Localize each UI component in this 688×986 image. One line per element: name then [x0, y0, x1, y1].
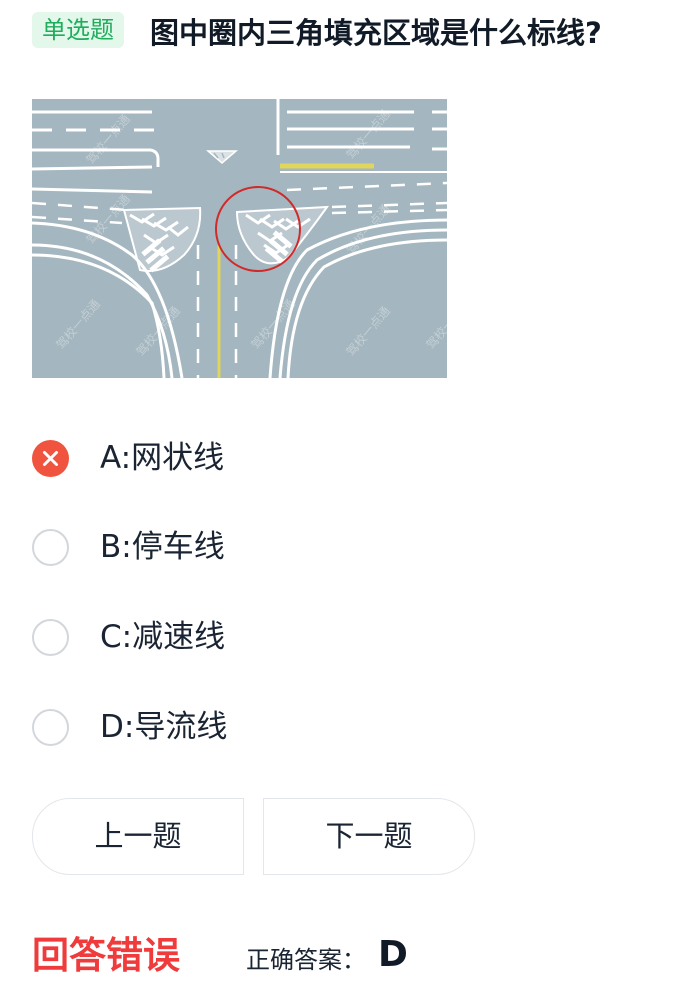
radio-icon [32, 709, 69, 746]
correct-answer-label: 正确答案： [246, 946, 366, 974]
result-status: 回答错误 [32, 934, 180, 977]
correct-answer-value: D [378, 934, 408, 975]
radio-icon [32, 619, 69, 656]
option-c-label: C:减速线 [100, 619, 226, 655]
option-d[interactable]: D:导流线 [32, 697, 452, 757]
next-question-button[interactable]: 下一题 [263, 798, 475, 875]
option-a-label: A:网状线 [100, 440, 225, 476]
question-header: 单选题 图中圈内三角填充区域是什么标线? [32, 10, 682, 56]
question-figure: 驾校一点通 驾校一点通 驾校一点通 驾校一点通 驾校一点通 驾校一点通 驾校一点… [32, 95, 447, 378]
option-a[interactable]: A:网状线 [32, 428, 452, 488]
option-b[interactable]: B:停车线 [32, 517, 452, 577]
prev-question-button[interactable]: 上一题 [32, 798, 244, 875]
radio-icon [32, 529, 69, 566]
wrong-mark-icon [32, 440, 69, 477]
option-c[interactable]: C:减速线 [32, 607, 452, 667]
question-text: 图中圈内三角填充区域是什么标线? [150, 16, 602, 50]
option-d-label: D:导流线 [100, 709, 228, 745]
question-type-badge: 单选题 [32, 12, 124, 48]
option-b-label: B:停车线 [100, 529, 225, 565]
road-marking-illustration: 驾校一点通 驾校一点通 驾校一点通 驾校一点通 驾校一点通 驾校一点通 驾校一点… [32, 95, 447, 378]
